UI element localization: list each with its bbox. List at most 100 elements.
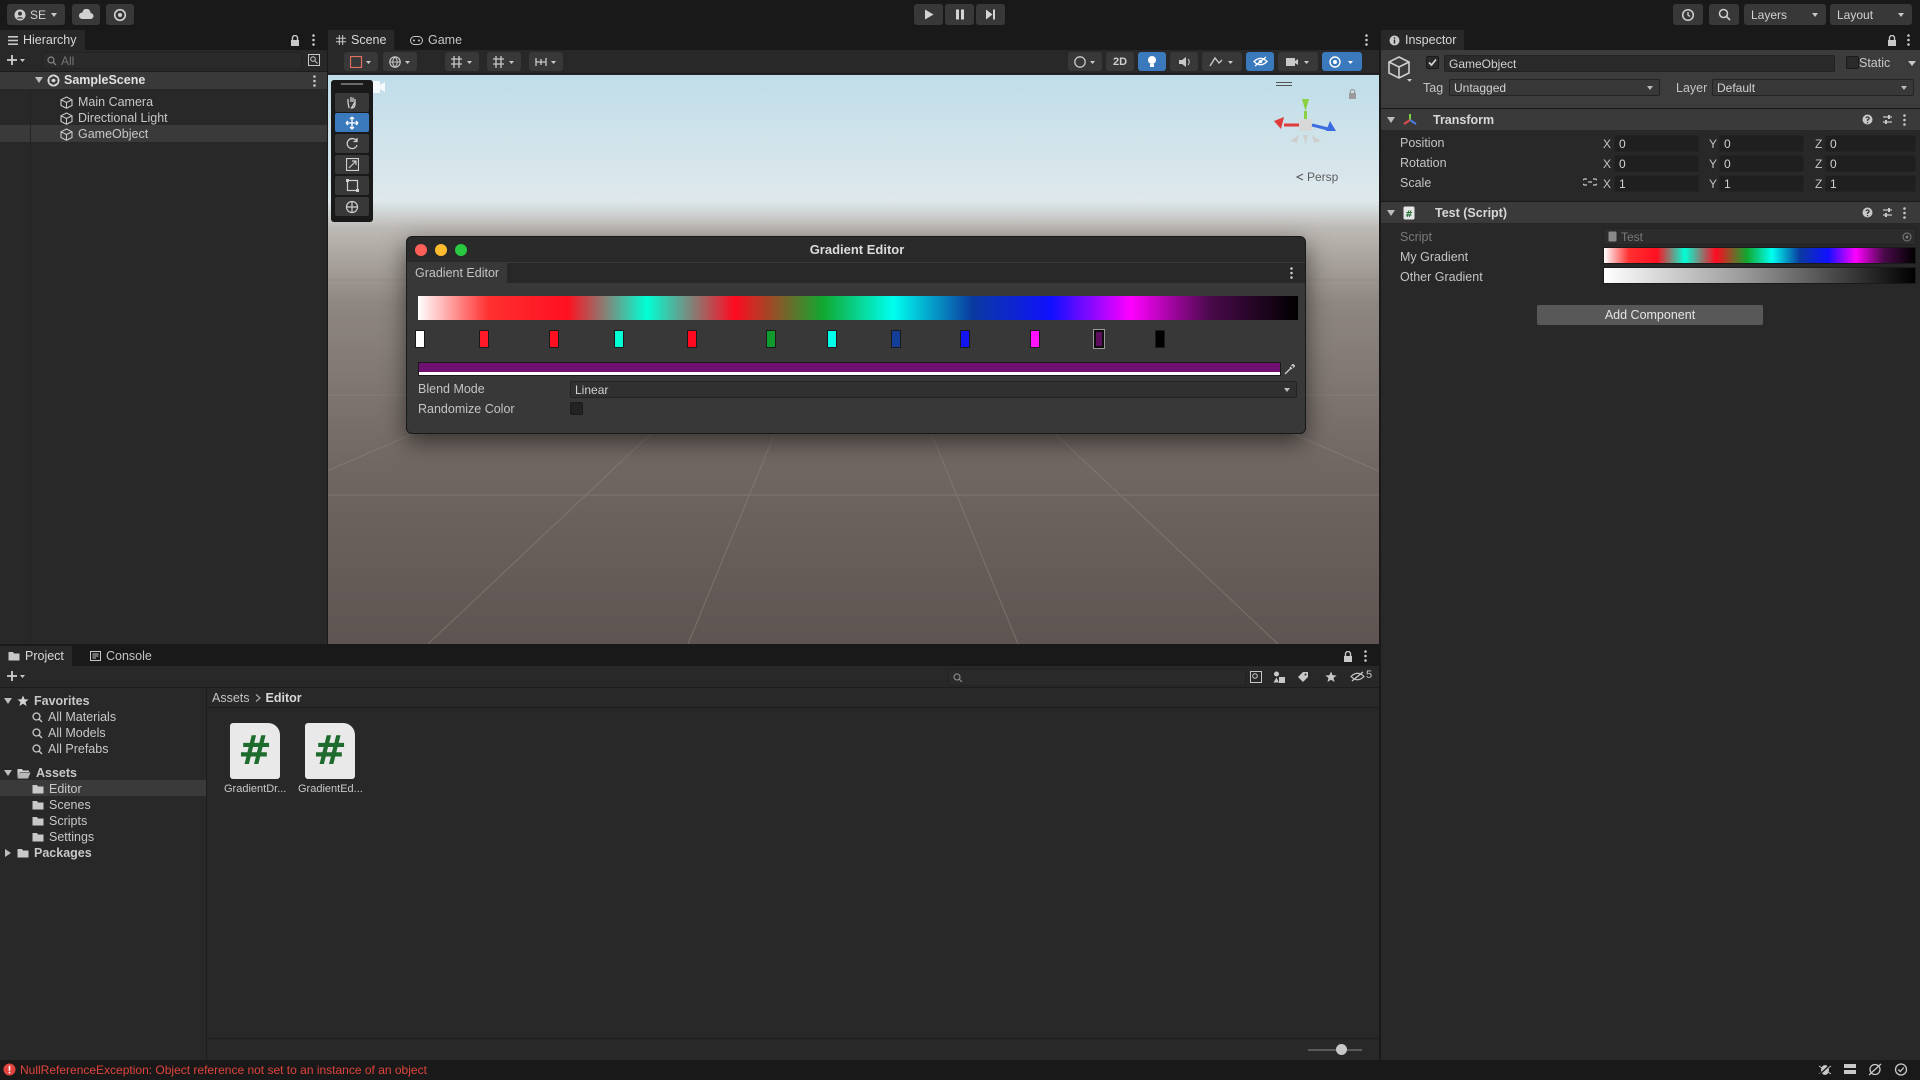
kebab-menu-icon[interactable] (1903, 207, 1906, 219)
tab-inspector[interactable]: Inspector (1381, 30, 1465, 50)
tree-item-editor[interactable]: Editor (32, 781, 82, 797)
cloud-button[interactable] (72, 4, 100, 25)
audio-toggle-button[interactable] (1170, 52, 1198, 71)
layout-dropdown[interactable]: Layout (1830, 4, 1912, 25)
draw-mode-button[interactable] (344, 52, 378, 71)
hierarchy-item-gameobject[interactable]: GameObject (60, 126, 148, 142)
tab-game[interactable]: Game (402, 30, 470, 50)
move-tool-button[interactable] (335, 113, 369, 132)
kebab-menu-icon[interactable] (312, 34, 315, 46)
tree-assets[interactable]: Assets (4, 765, 77, 781)
tree-favorites[interactable]: Favorites (4, 693, 90, 709)
gradient-color-stop[interactable] (614, 330, 624, 348)
active-checkbox[interactable] (1426, 56, 1439, 69)
scale-z-input[interactable]: 1 (1825, 175, 1916, 192)
lock-icon[interactable] (1348, 89, 1357, 99)
gradient-color-stop[interactable] (549, 330, 559, 348)
tab-gradient-editor[interactable]: Gradient Editor (407, 263, 508, 283)
gradient-color-stop[interactable] (827, 330, 837, 348)
blend-mode-dropdown[interactable]: Linear (570, 381, 1297, 398)
tree-item-all-models[interactable]: All Models (32, 725, 106, 741)
tree-packages[interactable]: Packages (4, 845, 92, 861)
step-button[interactable] (976, 4, 1005, 25)
orientation-gizmo[interactable] (1266, 95, 1346, 175)
render-mode-button[interactable] (383, 52, 417, 71)
transform-header[interactable]: Transform (1381, 108, 1920, 130)
network-off-icon[interactable] (1868, 1063, 1882, 1076)
increment-snap-button[interactable] (529, 52, 563, 71)
grid-visibility-button[interactable] (487, 52, 521, 71)
star-icon[interactable] (1325, 671, 1337, 683)
pause-button[interactable] (945, 4, 974, 25)
gradient-color-stop[interactable] (415, 330, 425, 348)
collab-button[interactable] (106, 4, 134, 25)
eyedropper-icon[interactable] (1281, 362, 1297, 376)
layer-dropdown[interactable]: Default (1712, 79, 1914, 96)
my-gradient-field[interactable] (1603, 247, 1916, 264)
gradient-editor-titlebar[interactable]: Gradient Editor (407, 237, 1305, 262)
static-checkbox[interactable] (1846, 56, 1859, 69)
gradient-color-stop[interactable] (1155, 330, 1165, 348)
asset-name[interactable]: GradientDr... (224, 783, 286, 795)
scene-visibility-button[interactable] (1246, 52, 1274, 71)
kebab-menu-icon[interactable] (313, 75, 316, 87)
lock-icon[interactable] (1887, 35, 1897, 46)
hand-tool-button[interactable] (335, 93, 369, 112)
hierarchy-item-directional-light[interactable]: Directional Light (60, 110, 168, 126)
search-button[interactable] (1709, 4, 1739, 25)
csharp-script-icon[interactable]: # (305, 723, 355, 779)
presets-icon[interactable] (1882, 207, 1893, 218)
account-dropdown[interactable]: SE (7, 4, 65, 25)
project-search-input[interactable] (948, 669, 1246, 686)
gradient-color-stop[interactable] (687, 330, 697, 348)
gradient-color-stop[interactable] (766, 330, 776, 348)
effects-button[interactable] (1202, 52, 1242, 71)
filter-by-type-icon[interactable] (1273, 671, 1286, 683)
tree-item-scripts[interactable]: Scripts (32, 813, 87, 829)
tab-hierarchy[interactable]: Hierarchy (0, 30, 85, 50)
presets-icon[interactable] (1882, 114, 1893, 125)
kebab-menu-icon[interactable] (1364, 650, 1367, 662)
tab-scene[interactable]: Scene (328, 30, 395, 50)
status-error-message[interactable]: NullReferenceException: Object reference… (20, 1063, 427, 1077)
asset-name[interactable]: GradientEd... (298, 783, 363, 795)
tree-item-all-materials[interactable]: All Materials (32, 709, 116, 725)
position-y-input[interactable]: 0 (1719, 135, 1804, 152)
icon-size-slider-track[interactable] (1308, 1049, 1362, 1051)
hierarchy-item-main-camera[interactable]: Main Camera (60, 94, 153, 110)
grid-snap-button[interactable] (445, 52, 479, 71)
zoom-window-button[interactable] (455, 244, 467, 256)
breadcrumb-editor[interactable]: Editor (266, 691, 302, 705)
add-icon[interactable] (6, 54, 26, 66)
debug-icon[interactable] (1818, 1063, 1832, 1076)
rect-tool-button[interactable] (335, 176, 369, 195)
close-window-button[interactable] (415, 244, 427, 256)
tab-project[interactable]: Project (0, 646, 72, 666)
breadcrumb-assets[interactable]: Assets (212, 691, 250, 705)
gradient-color-stop[interactable] (1094, 330, 1104, 348)
perspective-toggle[interactable]: Persp (1296, 170, 1338, 184)
object-name-input[interactable]: GameObject (1444, 55, 1835, 72)
kebab-menu-icon[interactable] (1907, 34, 1910, 46)
search-by-type-icon[interactable] (1250, 671, 1262, 683)
position-z-input[interactable]: 0 (1825, 135, 1916, 152)
script-component-header[interactable]: # Test (Script) (1381, 201, 1920, 223)
scale-tool-button[interactable] (335, 155, 369, 174)
tree-item-all-prefabs[interactable]: All Prefabs (32, 741, 108, 757)
hidden-packages-icon[interactable] (1350, 671, 1365, 682)
csharp-script-icon[interactable]: # (230, 723, 280, 779)
minimize-window-button[interactable] (435, 244, 447, 256)
scale-y-input[interactable]: 1 (1719, 175, 1804, 192)
kebab-menu-icon[interactable] (1365, 34, 1368, 46)
shading-mode-button[interactable] (1068, 52, 1102, 71)
rotation-y-input[interactable]: 0 (1719, 155, 1804, 172)
rotate-tool-button[interactable] (335, 134, 369, 153)
rotation-x-input[interactable]: 0 (1614, 155, 1699, 172)
gradient-color-stop[interactable] (1030, 330, 1040, 348)
gradient-preview-strip[interactable] (418, 296, 1298, 320)
lock-icon[interactable] (1343, 651, 1353, 662)
label-icon[interactable] (1297, 671, 1309, 683)
layers-dropdown[interactable]: Layers (1744, 4, 1826, 25)
add-icon[interactable] (6, 670, 26, 682)
scale-x-input[interactable]: 1 (1614, 175, 1699, 192)
